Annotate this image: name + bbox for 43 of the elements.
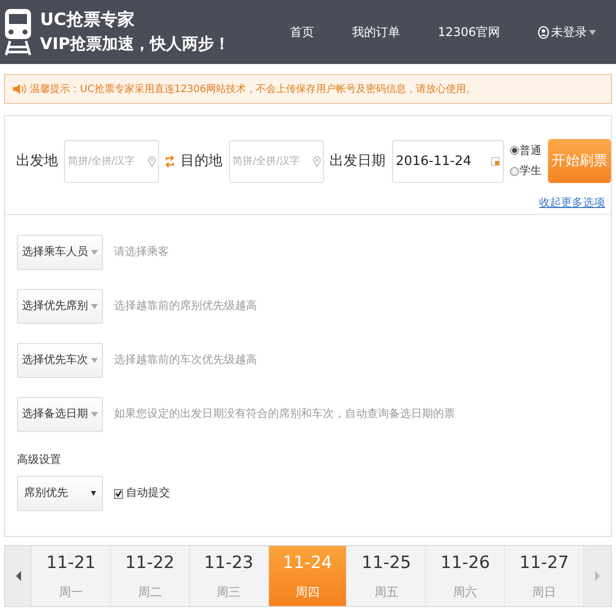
ticket-type-radio[interactable]: 普通 <box>510 142 542 159</box>
checkbox[interactable] <box>114 488 123 498</box>
left-arrow-icon <box>16 571 20 581</box>
date-field[interactable]: 2016-11-24 <box>392 140 504 182</box>
train-icon <box>4 7 32 57</box>
field-label: 出发地 <box>16 152 58 170</box>
swap-icon[interactable] <box>165 152 175 170</box>
caret-icon <box>589 30 596 34</box>
user-menu[interactable]: 未登录 <box>538 23 596 41</box>
field-label: 目的地 <box>180 152 223 170</box>
brand-title: UC抢票专家 <box>40 9 136 31</box>
location-pin-icon <box>312 156 321 166</box>
user-icon <box>538 26 549 38</box>
option-hint: 请选择乘客 <box>114 244 169 260</box>
collapse-options-link[interactable]: 收起更多选项 <box>539 195 605 212</box>
section-title: 高级设置 <box>17 452 61 468</box>
checkbox-label: 自动提交 <box>126 485 170 502</box>
nav-link[interactable]: 首页 <box>290 23 314 41</box>
field-label: 出发日期 <box>330 152 386 170</box>
option-hint: 如果您设定的出发日期没有符合的席别和车次，自动查询备选日期的票 <box>114 406 455 422</box>
caret-icon <box>91 491 96 496</box>
location-pin-icon <box>148 156 156 166</box>
notice-text: 温馨提示：UC抢票专家采用直连12306网站技术，不会上传保存用户帐号及密码信息，请放心使用。 <box>30 82 476 96</box>
caret-icon <box>91 250 98 254</box>
dropdown[interactable]: 选择备选日期 <box>17 396 103 432</box>
calendar-icon <box>490 156 500 166</box>
nav-link[interactable]: 12306官网 <box>438 23 500 41</box>
slogan: VIP抢票加速，快人两步！ <box>40 33 230 55</box>
input-field[interactable]: 简拼/全拼/汉字 <box>64 140 159 182</box>
caret-icon <box>91 412 98 416</box>
ticket-type-radio[interactable]: 学生 <box>510 163 542 180</box>
caret-icon <box>91 304 98 308</box>
input-field[interactable]: 简拼/全拼/汉字 <box>228 140 324 182</box>
dropdown[interactable]: 选择乘车人员 <box>17 234 103 270</box>
nav-link[interactable]: 我的订单 <box>352 23 400 41</box>
caret-icon <box>91 358 98 362</box>
dropdown[interactable]: 席别优先 <box>17 476 103 511</box>
dropdown[interactable]: 选择优先席别 <box>17 288 103 324</box>
speaker-icon <box>13 83 26 95</box>
option-hint: 选择越靠前的席别优先级越高 <box>114 298 257 314</box>
right-arrow-icon <box>595 571 600 581</box>
option-hint: 选择越靠前的车次优先级越高 <box>114 352 257 368</box>
dropdown[interactable]: 选择优先车次 <box>17 342 103 378</box>
